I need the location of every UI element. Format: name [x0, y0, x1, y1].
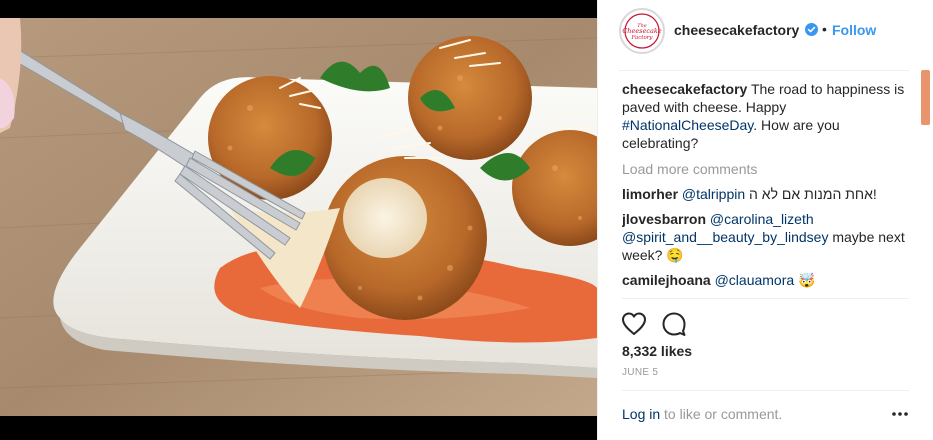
post-date[interactable]: JUNE 5 [622, 367, 658, 378]
heart-icon[interactable] [620, 310, 648, 338]
login-prompt-suffix: to like or comment. [660, 406, 783, 422]
comment-item: limorher @talrippin אחת המנות אם לא ה! [622, 185, 908, 203]
post-header: The Cheesecake Factory cheesecakefactory… [598, 0, 933, 70]
header-separator: • [822, 21, 827, 37]
post-photo[interactable] [0, 18, 597, 416]
follow-button[interactable]: Follow [832, 22, 876, 38]
likes-count[interactable]: 8,332 likes [622, 343, 692, 359]
caption-hashtag[interactable]: #NationalCheeseDay [622, 117, 753, 133]
comment-mention[interactable]: @talrippin [682, 186, 745, 202]
post-side-panel: The Cheesecake Factory cheesecakefactory… [597, 0, 933, 440]
comments-scrollbar[interactable] [921, 70, 930, 125]
comment-text: אחת המנות אם לא ה! [745, 186, 877, 202]
comment-bubble-icon[interactable] [660, 310, 688, 338]
comment-username[interactable]: camilejhoana [622, 272, 711, 288]
post-caption: cheesecakefactory The road to happiness … [622, 80, 908, 152]
comment-username[interactable]: jlovesbarron [622, 211, 706, 227]
comment-username[interactable]: limorher [622, 186, 678, 202]
load-more-comments-button[interactable]: Load more comments [622, 160, 908, 178]
comment-mention[interactable]: @carolina_lizeth [710, 211, 814, 227]
post-media-area [0, 0, 597, 440]
svg-text:Factory: Factory [630, 35, 653, 41]
login-link[interactable]: Log in [622, 406, 660, 422]
comment-text: 🤯 [794, 272, 816, 288]
header-divider [619, 70, 909, 71]
footer-divider [622, 390, 909, 391]
svg-text:Cheesecake: Cheesecake [622, 27, 661, 35]
comment-mention[interactable]: @clauamora [715, 272, 795, 288]
header-username[interactable]: cheesecakefactory [674, 22, 799, 38]
login-prompt: Log in to like or comment. [622, 406, 782, 422]
comment-item: camilejhoana @clauamora 🤯 [622, 271, 908, 289]
account-avatar[interactable]: The Cheesecake Factory [619, 8, 665, 54]
actions-divider [622, 298, 909, 299]
comments-list: cheesecakefactory The road to happiness … [622, 80, 908, 298]
comment-item: jlovesbarron @carolina_lizeth @spirit_an… [622, 210, 908, 264]
more-options-icon[interactable] [890, 408, 914, 424]
comment-mention[interactable]: @spirit_and__beauty_by_lindsey [622, 229, 828, 245]
verified-badge-icon [805, 23, 818, 36]
caption-username[interactable]: cheesecakefactory [622, 81, 747, 97]
